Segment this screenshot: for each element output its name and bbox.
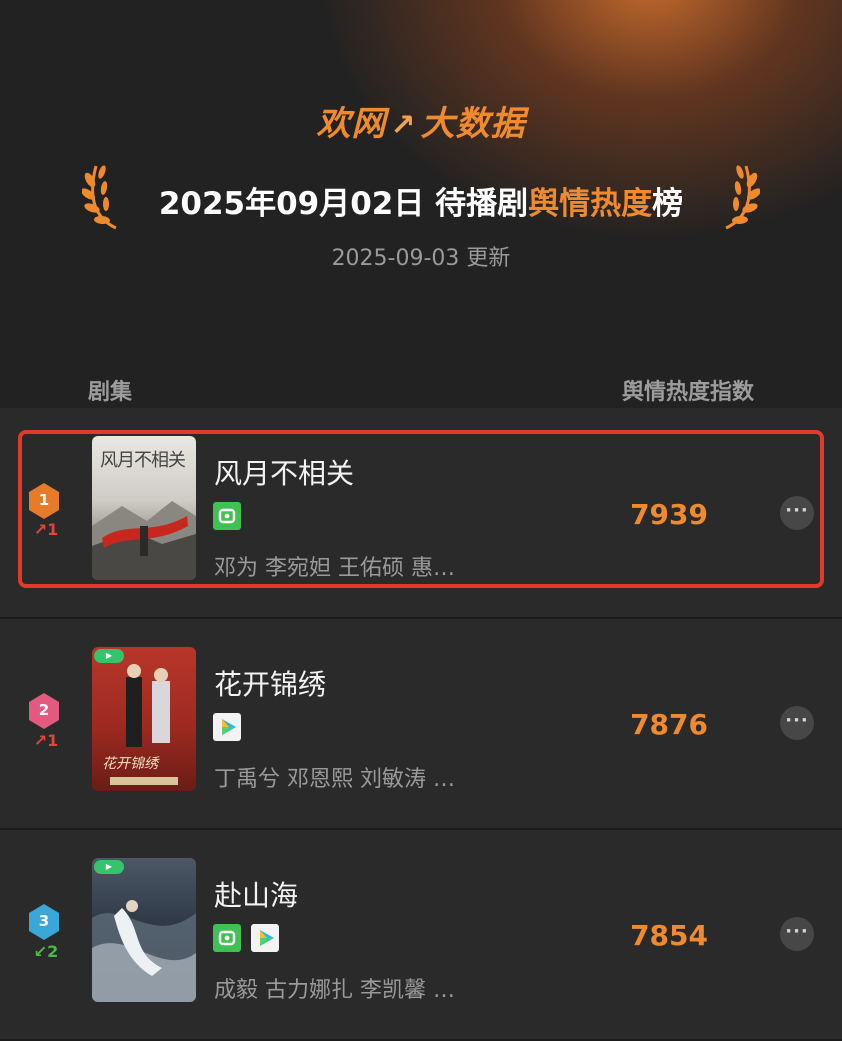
brand-text-2: 大数据 [420,104,526,144]
tencent-video-icon [251,924,279,952]
iqiyi-icon [213,924,241,952]
platform-list [213,713,241,741]
column-header-drama: 剧集 [88,380,133,405]
poster-image[interactable]: ▶ [92,858,196,1002]
poster-art [92,900,196,1002]
rank-badge: 3 [27,903,61,941]
rank-number: 3 [38,912,50,930]
trend-down-indicator: ↙2 [33,942,59,961]
drama-title[interactable]: 赴山海 [214,874,298,914]
tencent-video-icon [213,713,241,741]
rank-badge: 2 [27,692,61,730]
platform-list [213,924,279,952]
update-date: 2025-09-03 更新 [331,246,511,271]
title-tail: 榜 [652,186,684,222]
list-item[interactable]: 2 ↗1 ▶ 花开锦绣 花开锦绣 丁禹兮 邓恩熙 刘敏涛 … 7876 ··· [0,619,842,830]
poster-image[interactable]: ▶ 花开锦绣 [92,647,196,791]
rank-number: 2 [38,701,50,719]
brand-arrow-icon: ↗ [390,108,417,143]
drama-title[interactable]: 花开锦绣 [214,663,326,703]
column-header-score: 舆情热度指数 [621,380,754,405]
list-item[interactable]: 3 ↙2 ▶ 赴山海 成毅 古力娜扎 李凯馨 … 7854 ··· [0,830,842,1041]
cast-list: 成毅 古力娜扎 李凯馨 … [214,978,455,1003]
more-options-button[interactable]: ··· [780,706,814,740]
heat-score: 7876 [630,708,708,741]
highlight-box [18,430,824,588]
brand-logo: 欢网 ↗ 大数据 [0,96,842,145]
brand-text-1: 欢网 [316,104,387,144]
list-item[interactable]: 1 ↗1 风月不相关 风月不相关 邓为 李宛妲 王佑硕 惠… 7939 ··· [0,408,842,619]
title-main: 2025年09月02日 待播剧 [158,186,529,222]
cast-list: 丁禹兮 邓恩熙 刘敏涛 … [214,767,455,792]
title-accent: 舆情热度 [528,186,653,222]
poster-title: 花开锦绣 [102,756,158,772]
trend-up-indicator: ↗1 [33,731,59,750]
page-title: 2025年09月02日 待播剧舆情热度榜 [0,178,842,223]
heat-score: 7854 [630,919,708,952]
more-options-button[interactable]: ··· [780,917,814,951]
